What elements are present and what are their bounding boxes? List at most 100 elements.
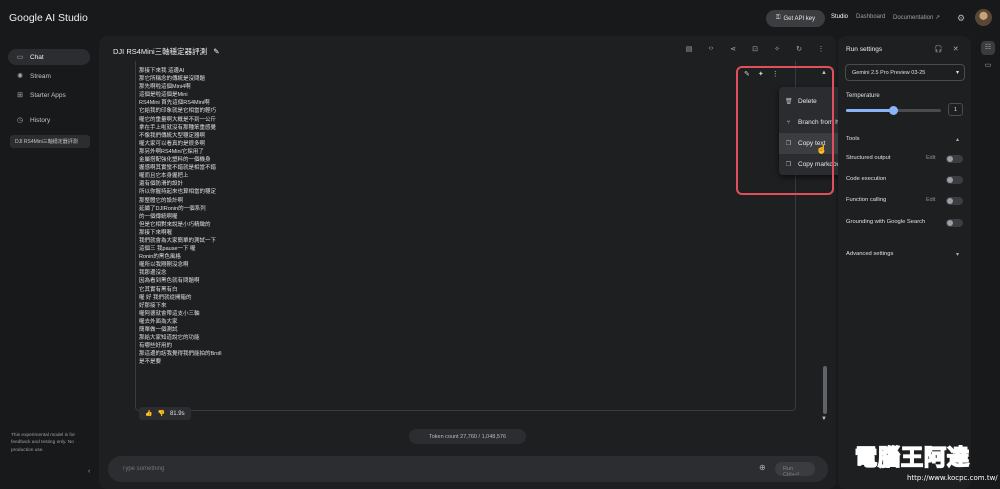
response-line: 那這邊的話我覺得我們能拍的Broll xyxy=(139,351,222,358)
scrollbar-thumb[interactable] xyxy=(823,366,827,414)
sparkle-tool-icon[interactable]: ✧ xyxy=(771,45,783,53)
watermark-url: http://www.kocpc.com.tw/ xyxy=(907,474,998,482)
close-icon[interactable]: ✕ xyxy=(953,45,959,53)
chat-panel: DJI RS4Mini三軸穩定器評測 ✎ ▤ ‹› ⋖ ⊡ ✧ ↻ ⋮ 那接下來… xyxy=(99,36,859,489)
code-execution-row: Code execution xyxy=(846,176,964,188)
user-avatar[interactable] xyxy=(975,9,992,26)
response-line: 喔去外面為大家 xyxy=(139,318,178,325)
slider-thumb[interactable] xyxy=(889,106,898,115)
code-execution-label: Code execution xyxy=(846,176,887,182)
code-icon[interactable]: ‹› xyxy=(705,45,717,53)
more-vert-icon[interactable]: ⋮ xyxy=(815,45,827,53)
reset-icon[interactable]: ↻ xyxy=(793,45,805,53)
chevron-down-icon: ▾ xyxy=(955,70,959,76)
tools-section-header[interactable]: Tools ▴ xyxy=(846,136,964,148)
chat-title: DJI RS4Mini三軸穩定器評測 ✎ xyxy=(113,46,219,57)
response-line: 喔所以我剛剛沒念啊 xyxy=(139,262,189,269)
stream-icon: ✺ xyxy=(17,73,23,80)
get-api-key-button[interactable]: ⚿ Get API key xyxy=(766,10,825,27)
model-selector[interactable]: Gemini 2.5 Pro Preview 03-25 ▾ xyxy=(845,64,965,81)
response-line: 那另外啊RS4Mini它採用了 xyxy=(139,148,204,155)
response-line: 是不是要 xyxy=(139,359,162,366)
sidebar-item-chat[interactable]: ▭ Chat xyxy=(8,49,90,65)
response-line: Ronin的黑色風格 xyxy=(139,254,181,261)
prompt-input[interactable] xyxy=(122,463,722,475)
response-line: 延續了DJIRonin的一個系列 xyxy=(139,205,206,212)
grounding-label: Grounding with Google Search xyxy=(846,219,926,225)
response-line: 金屬搭配強化塑料的一個機身 xyxy=(139,157,211,164)
response-line: 這個是啦這個是Mini xyxy=(139,92,188,99)
function-calling-row: Function calling Edit xyxy=(846,197,964,209)
grounding-row: Grounding with Google Search xyxy=(846,219,964,231)
scroll-down-arrow-icon[interactable]: ▼ xyxy=(821,416,827,422)
response-line: 喔它的重量啊大概是不到一公斤 xyxy=(139,116,217,123)
response-line: 這個三 我pause一下 喔 xyxy=(139,246,196,253)
sidebar-item-starter-apps[interactable]: ⊞ Starter Apps xyxy=(8,87,90,103)
tune-icon[interactable]: ☷ xyxy=(981,41,995,55)
response-time: 81.9s xyxy=(169,410,185,417)
run-settings-panel: Run settings 🎧 ✕ Gemini 2.5 Pro Preview … xyxy=(838,36,971,489)
function-calling-edit-link[interactable]: Edit xyxy=(926,197,935,203)
grounding-toggle[interactable] xyxy=(946,219,963,227)
response-line: 它其實有黑有白 xyxy=(139,286,178,293)
model-response: 那接下來我 這邊AI 那它所稱念的傳統是沒問題 那先啊啦這個Mini4啊 這個是啦這個… xyxy=(135,61,796,411)
site-watermark: 電腦王阿達 http://www.kocpc.com.tw/ xyxy=(854,440,998,486)
documentation-link[interactable]: Documentation ↗ xyxy=(893,14,940,21)
experimental-note: This experimental model is for feedback … xyxy=(11,433,75,453)
save-icon[interactable]: ▤ xyxy=(683,45,695,53)
response-line: 所以你握持起來也算相當的穩定 xyxy=(139,189,217,196)
response-line: 喔大家可以看真的是很多啊 xyxy=(139,140,206,147)
function-calling-toggle[interactable] xyxy=(946,197,963,205)
headset-icon[interactable]: 🎧 xyxy=(934,45,943,53)
response-line: 那給大家知道說它的功能 xyxy=(139,335,200,342)
app-logo[interactable]: Google AI Studio xyxy=(9,12,88,24)
response-line: 喔阿德就會帶這支小三軸 xyxy=(139,310,200,317)
watermark-logo-text: 電腦王阿達 xyxy=(854,445,971,472)
thumbs-down-icon[interactable]: 👎 xyxy=(157,410,164,417)
token-count: Token count 27,760 / 1,048,576 xyxy=(409,429,526,444)
sidebar-item-history[interactable]: ◷ History xyxy=(8,112,90,128)
response-line: 那整體它的設計啊 xyxy=(139,197,184,204)
temperature-slider[interactable] xyxy=(846,106,941,115)
response-line: 簡單做一個測試 xyxy=(139,327,178,333)
response-line: 握感啊其實蠻不錯就是相當不錯 xyxy=(139,165,217,172)
right-rail: ☷ ▭ xyxy=(972,36,1000,489)
run-settings-icons: 🎧 ✕ xyxy=(934,45,959,53)
history-icon: ◷ xyxy=(16,117,24,124)
add-media-plus-icon[interactable]: ⊕ xyxy=(759,463,766,472)
share-icon[interactable]: ⋖ xyxy=(727,45,739,53)
dashboard-link[interactable]: Dashboard xyxy=(856,14,885,20)
thumbs-up-icon[interactable]: 👍 xyxy=(145,410,152,417)
temperature-value[interactable]: 1 xyxy=(948,103,963,116)
history-item[interactable]: DJI RS4Mini三軸穩定器評測 xyxy=(10,135,90,148)
response-line: 那接下來啊喔 xyxy=(139,229,173,236)
code-execution-toggle[interactable] xyxy=(946,176,963,184)
advanced-settings-header[interactable]: Advanced settings ▾ xyxy=(846,251,964,263)
studio-link[interactable]: Studio xyxy=(831,14,848,20)
response-text: 那接下來我 這邊AI 那它所稱念的傳統是沒問題 那先啊啦這個Mini4啊 這個是啦這個… xyxy=(139,67,439,366)
response-rating: 👍 👎 81.9s xyxy=(139,407,191,420)
sidebar-item-label: Starter Apps xyxy=(30,91,66,99)
get-api-key-label: Get API key xyxy=(783,15,816,22)
apps-icon: ⊞ xyxy=(17,92,23,99)
response-line: 我那邊沒念 xyxy=(139,270,167,277)
chat-icon: ▭ xyxy=(16,54,24,61)
structured-output-edit-link[interactable]: Edit xyxy=(926,155,935,161)
highlight-annotation-box xyxy=(736,66,834,195)
response-line: 那先啊啦這個Mini4啊 xyxy=(139,84,191,91)
gallery-icon[interactable]: ▭ xyxy=(981,59,995,73)
compare-icon[interactable]: ⊡ xyxy=(749,45,761,53)
prompt-bar: ⊕ Run Ctrl+⏎ xyxy=(108,456,828,482)
response-line: 那接下來我 這邊AI xyxy=(139,68,185,74)
structured-output-toggle[interactable] xyxy=(946,155,963,163)
sidebar-item-label: Chat xyxy=(30,53,44,61)
chat-toolbar: ▤ ‹› ⋖ ⊡ ✧ ↻ ⋮ xyxy=(683,45,827,53)
edit-title-pencil-icon[interactable]: ✎ xyxy=(213,47,219,56)
run-button[interactable]: Run Ctrl+⏎ xyxy=(775,462,815,478)
collapse-sidebar-icon[interactable]: ‹ xyxy=(88,468,90,475)
settings-gear-icon[interactable]: ⚙ xyxy=(957,13,965,24)
documentation-label: Documentation xyxy=(893,15,934,21)
response-line: 的一個傳統啊喔 xyxy=(139,213,178,220)
top-bar: Google AI Studio ⚿ Get API key Studio Da… xyxy=(0,0,1000,36)
sidebar-item-stream[interactable]: ✺ Stream xyxy=(8,68,90,84)
